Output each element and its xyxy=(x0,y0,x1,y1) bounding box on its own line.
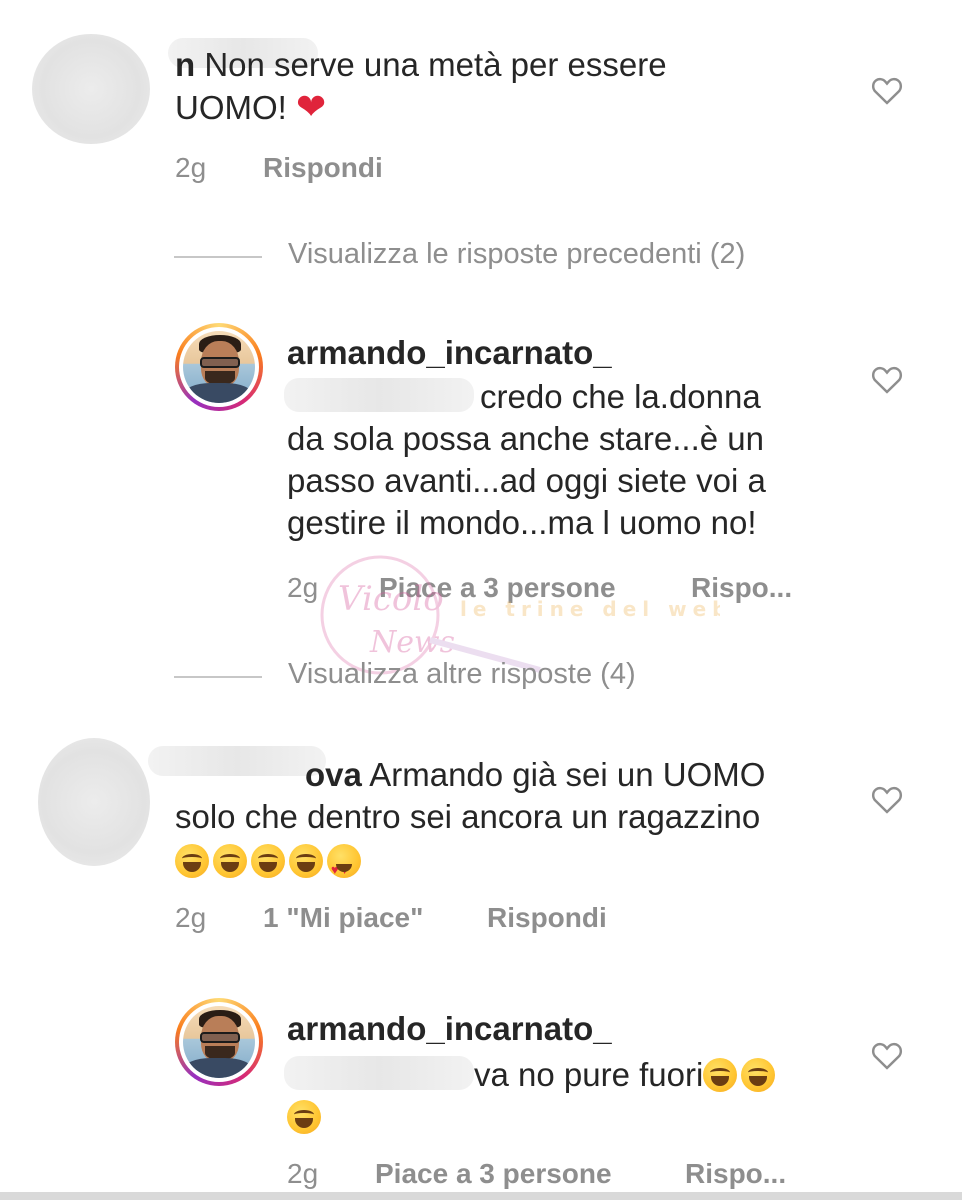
laughing-emoji xyxy=(175,844,209,878)
comment-body: no pure fuori xyxy=(518,1056,704,1093)
laughing-emoji xyxy=(213,844,247,878)
emoji-row xyxy=(287,1096,325,1138)
username-tail[interactable]: ova xyxy=(305,756,362,793)
reply-button[interactable]: Rispondi xyxy=(487,902,607,934)
mention-redacted xyxy=(284,378,474,412)
likes-count[interactable]: 1 "Mi piace" xyxy=(263,902,423,934)
comment-text: n Non serve una metà per essere UOMO! ❤ xyxy=(175,44,775,129)
laughing-emoji xyxy=(703,1058,738,1092)
svg-text:News: News xyxy=(369,625,455,660)
comment-body-line-4: gestire il mondo...ma l uomo no! xyxy=(287,504,757,541)
avatar-redacted[interactable] xyxy=(32,34,150,144)
heart-outline-icon[interactable] xyxy=(870,75,904,105)
heart-outline-icon[interactable] xyxy=(870,784,904,814)
comment-time: 2g xyxy=(287,572,319,603)
avatar-redacted[interactable] xyxy=(38,738,150,866)
heart-eyes-emoji xyxy=(327,844,361,891)
comment-time: 2g xyxy=(175,152,207,183)
heart-outline-icon[interactable] xyxy=(870,364,904,394)
divider-line xyxy=(174,676,262,678)
likes-count[interactable]: Piace a 3 persone xyxy=(379,572,616,604)
comment-body-first-line: credo che la.donna xyxy=(480,378,761,415)
username[interactable]: armando_incarnato_ xyxy=(287,1008,612,1050)
comment-body-line-2: solo che dentro sei ancora un ragazzino xyxy=(175,798,761,835)
mention-redacted xyxy=(284,1056,474,1090)
comment-meta: 2g Rispondi xyxy=(175,152,575,186)
comment-body-line-1: ova Armando già sei un UOMO xyxy=(175,754,835,796)
emoji-row xyxy=(175,840,365,891)
view-previous-replies-label[interactable]: Visualizza le risposte precedenti (2) xyxy=(288,238,745,271)
comment-time: 2g xyxy=(175,902,207,933)
username[interactable]: armando_incarnato_ xyxy=(287,332,612,374)
heart-outline-icon[interactable] xyxy=(870,1040,904,1070)
comment-time: 2g xyxy=(287,1158,319,1189)
avatar[interactable] xyxy=(175,323,263,411)
likes-count[interactable]: Piace a 3 persone xyxy=(375,1158,612,1190)
laughing-emoji xyxy=(289,844,323,878)
reply-button[interactable]: Rispo... xyxy=(691,572,792,604)
avatar[interactable] xyxy=(175,998,263,1086)
reply-button[interactable]: Rispondi xyxy=(263,152,383,184)
divider-line xyxy=(174,256,262,258)
comment-body-line-3: passo avanti...ad oggi siete voi a xyxy=(287,462,766,499)
red-heart-emoji: ❤ xyxy=(296,86,327,127)
comment-body-line-1: va no pure fuori xyxy=(474,1054,779,1096)
view-more-replies-label[interactable]: Visualizza altre risposte (4) xyxy=(288,658,636,691)
bottom-edge xyxy=(0,1192,962,1200)
comment-body-line-2: da sola possa anche stare...è un xyxy=(287,420,764,457)
comment-meta: 2g Piace a 3 persone Rispo... xyxy=(287,572,807,606)
username-tail[interactable]: n xyxy=(175,46,195,83)
comment-meta: 2g 1 "Mi piace" Rispondi xyxy=(175,902,635,936)
laughing-emoji xyxy=(741,1058,776,1092)
mention-tail: va xyxy=(474,1056,509,1093)
comment-meta: 2g Piace a 3 persone Rispo... xyxy=(287,1158,807,1192)
comment-body: Armando già sei un UOMO xyxy=(369,756,766,793)
laughing-emoji xyxy=(251,844,285,878)
reply-button[interactable]: Rispo... xyxy=(685,1158,786,1190)
laughing-emoji xyxy=(287,1100,321,1134)
comment-body: Non serve una metà per essere UOMO! xyxy=(175,46,667,126)
